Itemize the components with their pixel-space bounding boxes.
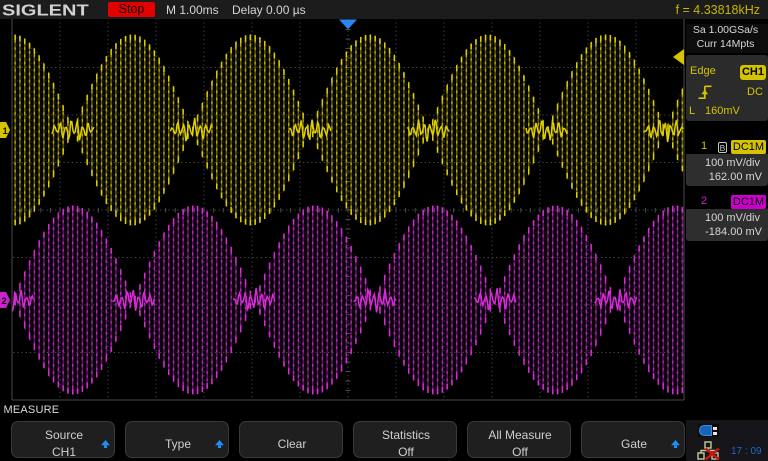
svg-text:2: 2 [2, 296, 7, 307]
svg-text:1: 1 [3, 126, 9, 137]
